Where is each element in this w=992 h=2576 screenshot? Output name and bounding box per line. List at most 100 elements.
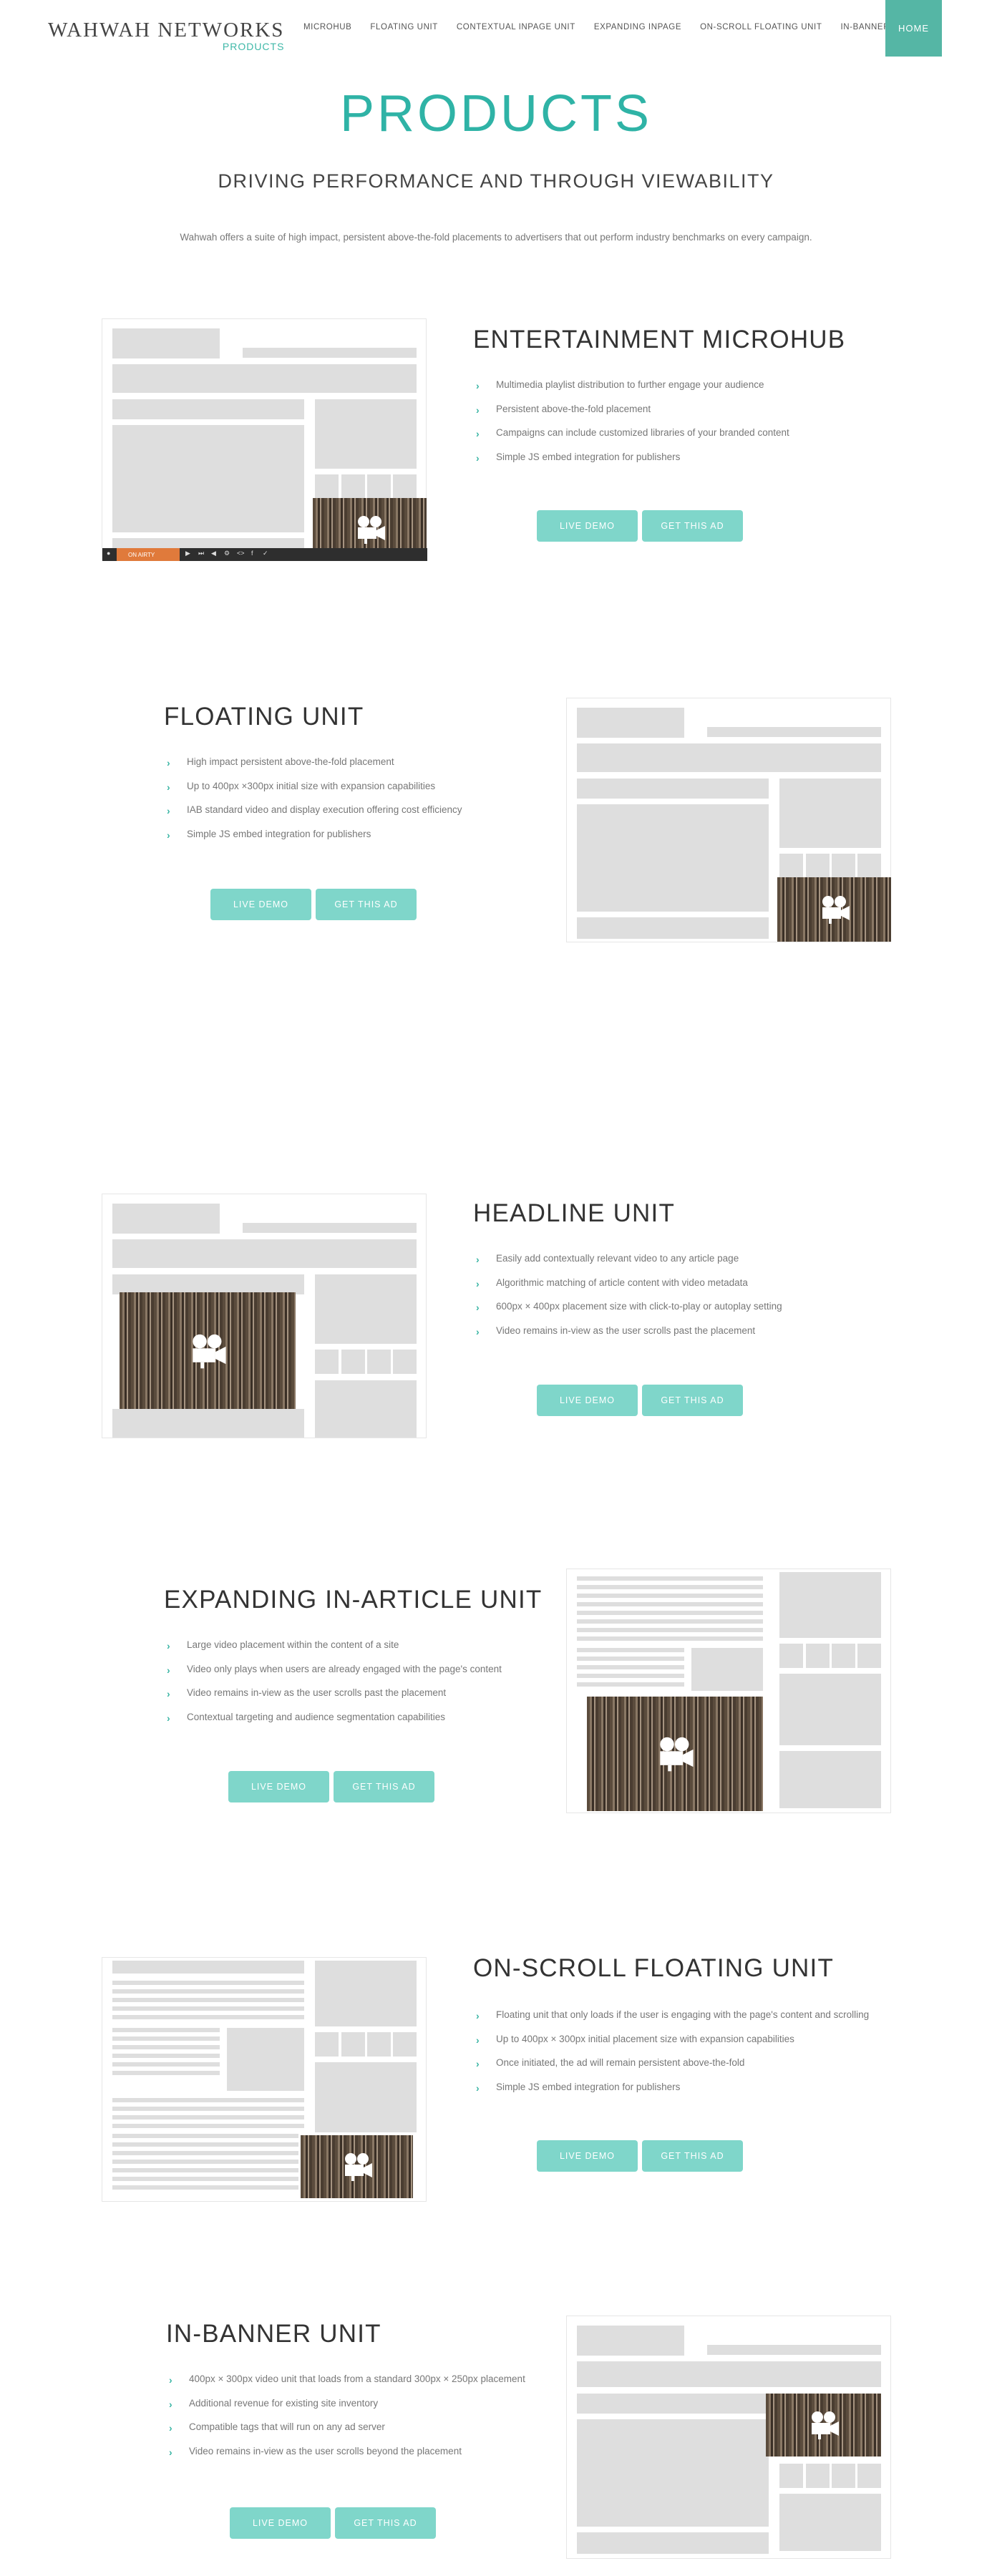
get-this-ad-button[interactable]: GET THIS AD [642,2140,743,2172]
home-button[interactable]: HOME [885,0,942,57]
chevron-right-icon: › [169,2398,172,2410]
video-camera-icon [811,2411,839,2439]
list-item: › Campaigns can include customized librar… [476,427,789,439]
list-item: › Easily add contextually relevant video … [476,1253,739,1265]
page-description: Wahwah offers a suite of high impact, pe… [180,232,812,243]
main-nav: MICROHUB FLOATING UNIT CONTEXTUAL INPAGE… [303,23,932,31]
nav-contextual-inpage-unit[interactable]: CONTEXTUAL INPAGE UNIT [457,23,575,31]
get-this-ad-button[interactable]: GET THIS AD [334,1771,434,1802]
settings-icon[interactable]: ⚙ [224,550,230,557]
logo-subtitle: PRODUCTS [222,41,285,52]
live-demo-button[interactable]: LIVE DEMO [537,510,638,542]
next-icon[interactable]: ⏭ [198,550,204,557]
video-thumbnail[interactable] [301,2135,413,2198]
list-item: › Large video placement within the conten… [167,1639,399,1652]
video-camera-icon [822,896,850,924]
list-item: › Contextual targeting and audience segme… [167,1711,445,1724]
live-demo-button[interactable]: LIVE DEMO [210,889,311,920]
get-this-ad-button[interactable]: GET THIS AD [316,889,417,920]
feature-list: › 400px × 300px video unit that loads fro… [166,2372,525,2468]
video-camera-icon [357,516,385,544]
video-thumbnail[interactable] [120,1292,296,1409]
live-demo-button[interactable]: LIVE DEMO [230,2507,331,2539]
player-control-bar[interactable]: ● ON AIRTY ▶ ⏭ ◀ ⚙ <> f ✓ [102,548,427,561]
live-demo-button[interactable]: LIVE DEMO [537,2140,638,2172]
chevron-right-icon: › [476,2082,480,2094]
chevron-right-icon: › [167,1640,170,1652]
video-camera-icon [344,2153,372,2181]
chevron-right-icon: › [169,2422,172,2434]
volume-icon[interactable]: ◀ [211,550,216,557]
chevron-right-icon: › [169,2446,172,2458]
chevron-right-icon: › [476,404,480,416]
list-item: › Persistent above-the-fold placement [476,403,651,416]
video-camera-icon [660,1737,694,1772]
chevron-right-icon: › [167,757,170,769]
chevron-right-icon: › [476,2010,480,2021]
chevron-right-icon: › [476,1254,480,1265]
feature-list: › Easily add contextually relevant video … [473,1252,782,1347]
chevron-right-icon: › [167,1712,170,1724]
section-title: IN-BANNER UNIT [166,2320,381,2348]
chevron-right-icon: › [167,1664,170,1676]
logo-text: WAHWAH NETWORKS [48,19,285,42]
list-item: › 600px × 400px placement size with click… [476,1301,782,1313]
in-banner-mockup [566,2316,891,2559]
live-demo-button[interactable]: LIVE DEMO [228,1771,329,1802]
play-icon[interactable]: ▶ [185,550,190,557]
list-item: › Simple JS embed integration for publish… [476,2081,681,2094]
list-item: › IAB standard video and display executio… [167,804,462,816]
video-thumbnail[interactable] [587,1697,763,1811]
list-item: › High impact persistent above-the-fold p… [167,756,394,769]
player-label: ON AIRTY [117,548,180,561]
chevron-right-icon: › [167,1688,170,1699]
nav-microhub[interactable]: MICROHUB [303,23,351,31]
chevron-right-icon: › [476,1302,480,1313]
list-item: › Video remains in-view as the user scrol… [169,2445,462,2458]
feature-list: › Multimedia playlist distribution to fur… [473,378,789,474]
get-this-ad-button[interactable]: GET THIS AD [642,1385,743,1416]
chevron-right-icon: › [167,829,170,841]
list-item: › Video only plays when users are already… [167,1663,502,1676]
live-demo-button[interactable]: LIVE DEMO [537,1385,638,1416]
list-item: › Simple JS embed integration for publish… [476,451,681,464]
on-scroll-floating-mockup [102,1957,427,2202]
feature-list: › Floating unit that only loads if the us… [473,2008,869,2104]
section-title: HEADLINE UNIT [473,1199,676,1227]
chevron-right-icon: › [476,2058,480,2069]
section-title: ENTERTAINMENT MICROHUB [473,326,846,353]
site-logo[interactable]: WAHWAH NETWORKS PRODUCTS [48,19,284,52]
twitter-icon[interactable]: ✓ [263,550,268,557]
list-item: › Up to 400px × 300px initial placement s… [476,2033,794,2046]
list-item: › Up to 400px ×300px initial size with ex… [167,780,436,793]
video-thumbnail[interactable] [766,2394,881,2457]
chevron-right-icon: › [476,1277,480,1289]
chevron-right-icon: › [476,1325,480,1337]
facebook-icon[interactable]: f [251,550,253,557]
list-item: › Additional revenue for existing site in… [169,2397,379,2410]
chevron-right-icon: › [476,2034,480,2046]
list-item: › Video remains in-view as the user scrol… [167,1687,447,1699]
floating-unit-mockup [566,698,891,942]
chevron-right-icon: › [476,452,480,464]
embed-icon[interactable]: <> [237,550,245,557]
get-this-ad-button[interactable]: GET THIS AD [642,510,743,542]
video-thumbnail[interactable] [777,877,891,942]
page-subtitle: DRIVING PERFORMANCE AND THROUGH VIEWABIL… [218,170,774,192]
chevron-right-icon: › [167,805,170,816]
nav-on-scroll-floating-unit[interactable]: ON-SCROLL FLOATING UNIT [700,23,822,31]
nav-floating-unit[interactable]: FLOATING UNIT [370,23,437,31]
nav-expanding-inpage[interactable]: EXPANDING INPAGE [594,23,681,31]
radio-icon: ● [107,550,111,557]
feature-list: › Large video placement within the conten… [164,1638,502,1734]
chevron-right-icon: › [476,428,480,439]
list-item: › Once initiated, the ad will remain pers… [476,2057,745,2069]
get-this-ad-button[interactable]: GET THIS AD [335,2507,436,2539]
list-item: › Algorithmic matching of article content… [476,1277,748,1289]
video-camera-icon [193,1334,226,1368]
chevron-right-icon: › [169,2374,172,2386]
list-item: › 400px × 300px video unit that loads fro… [169,2373,525,2386]
list-item: › Multimedia playlist distribution to fur… [476,379,764,391]
section-title: FLOATING UNIT [164,703,364,731]
expanding-in-article-mockup [566,1568,891,1813]
